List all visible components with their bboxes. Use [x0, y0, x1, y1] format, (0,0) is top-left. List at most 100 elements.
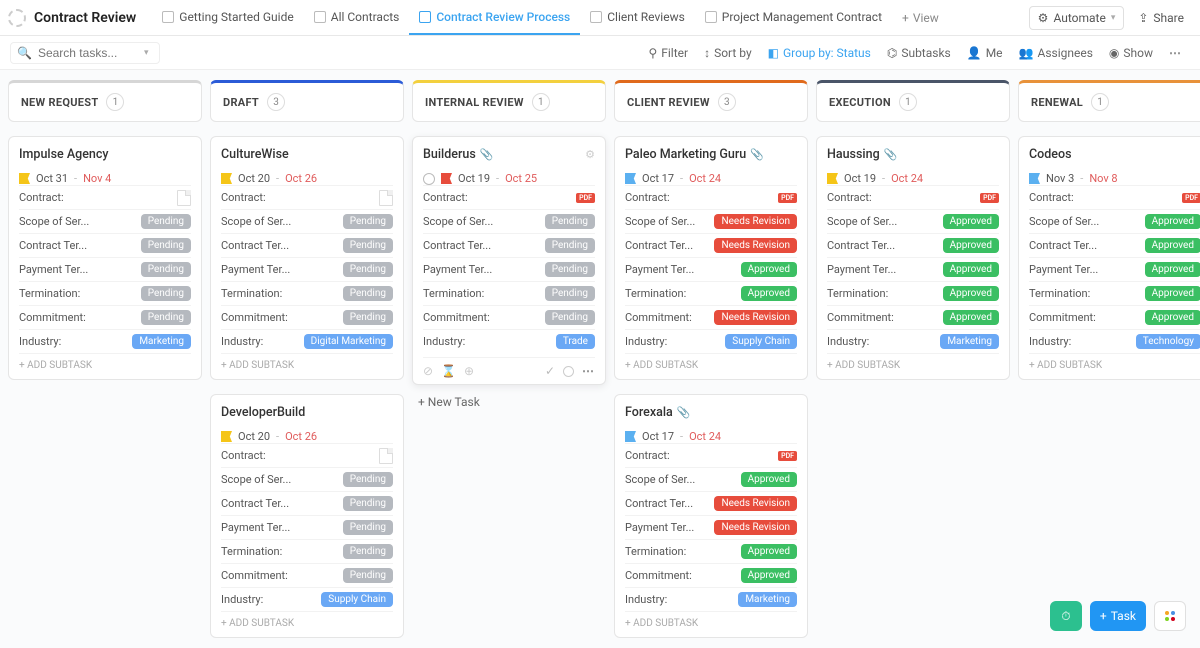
card-impulse-agency[interactable]: Impulse Agency Oct 31-Nov 4 Contract: Sc…	[8, 136, 202, 380]
filter-button[interactable]: ⚲Filter	[640, 46, 696, 60]
status-pill[interactable]: Needs Revision	[714, 238, 797, 253]
add-view-button[interactable]: +View	[892, 11, 949, 25]
status-pill[interactable]: Pending	[141, 214, 191, 229]
document-icon[interactable]	[379, 190, 393, 206]
tab-project-management[interactable]: Project Management Contract	[695, 0, 892, 35]
column-header[interactable]: RENEWAL 1	[1018, 80, 1200, 122]
flag-icon[interactable]	[441, 173, 452, 184]
sort-button[interactable]: ↕Sort by	[696, 46, 760, 60]
status-pill[interactable]: Approved	[943, 286, 999, 301]
search-wrap[interactable]: 🔍 ▾	[10, 42, 160, 64]
add-subtask-button[interactable]: + ADD SUBTASK	[625, 353, 797, 373]
group-button[interactable]: ◧Group by: Status	[760, 46, 879, 60]
industry-pill[interactable]: Marketing	[738, 592, 797, 607]
status-pill[interactable]: Pending	[545, 310, 595, 325]
card-paleo[interactable]: Paleo Marketing Guru📎 Oct 17-Oct 24 Cont…	[614, 136, 808, 380]
status-pill[interactable]: Approved	[741, 262, 797, 277]
flag-icon[interactable]	[221, 173, 232, 184]
tag-icon[interactable]: ⊘	[423, 364, 433, 378]
status-pill[interactable]: Pending	[343, 472, 393, 487]
status-pill[interactable]: Approved	[943, 262, 999, 277]
gear-icon[interactable]: ⚙	[585, 148, 595, 161]
document-icon[interactable]	[379, 448, 393, 464]
flag-icon[interactable]	[625, 431, 636, 442]
status-pill[interactable]: Pending	[141, 286, 191, 301]
add-subtask-button[interactable]: + ADD SUBTASK	[221, 611, 393, 631]
flag-icon[interactable]	[1029, 173, 1040, 184]
status-pill[interactable]: Pending	[141, 238, 191, 253]
status-pill[interactable]: Needs Revision	[714, 214, 797, 229]
more-button[interactable]: ⋯	[1161, 46, 1190, 60]
status-pill[interactable]: Approved	[943, 310, 999, 325]
status-pill[interactable]: Pending	[343, 544, 393, 559]
new-task-fab[interactable]: +Task	[1090, 601, 1146, 631]
status-pill[interactable]: Approved	[1145, 262, 1200, 277]
me-button[interactable]: 👤Me	[959, 46, 1011, 60]
status-pill[interactable]: Pending	[343, 262, 393, 277]
status-pill[interactable]: Approved	[1145, 310, 1200, 325]
status-pill[interactable]: Approved	[741, 472, 797, 487]
flag-icon[interactable]	[625, 173, 636, 184]
status-pill[interactable]: Approved	[943, 238, 999, 253]
tab-client-reviews[interactable]: Client Reviews	[580, 0, 695, 35]
industry-pill[interactable]: Digital Marketing	[304, 334, 393, 349]
flag-icon[interactable]	[19, 173, 30, 184]
industry-pill[interactable]: Supply Chain	[725, 334, 797, 349]
status-pill[interactable]: Needs Revision	[714, 520, 797, 535]
status-pill[interactable]: Approved	[741, 544, 797, 559]
status-pill[interactable]: Pending	[545, 262, 595, 277]
recur-icon[interactable]	[423, 173, 435, 185]
industry-pill[interactable]: Trade	[556, 334, 595, 349]
status-pill[interactable]: Approved	[741, 568, 797, 583]
industry-pill[interactable]: Supply Chain	[321, 592, 393, 607]
share-button[interactable]: ⇪ Share	[1130, 7, 1192, 29]
status-pill[interactable]: Pending	[343, 214, 393, 229]
flag-icon[interactable]	[221, 431, 232, 442]
search-input[interactable]	[38, 46, 138, 60]
card-codeos[interactable]: Codeos Nov 3-Nov 8 Contract:PDF Scope of…	[1018, 136, 1200, 380]
document-icon[interactable]	[177, 190, 191, 206]
status-pill[interactable]: Needs Revision	[714, 310, 797, 325]
apps-fab[interactable]	[1154, 601, 1186, 631]
add-subtask-button[interactable]: + ADD SUBTASK	[625, 611, 797, 631]
tab-getting-started[interactable]: Getting Started Guide	[152, 0, 303, 35]
status-pill[interactable]: Pending	[141, 310, 191, 325]
pdf-icon[interactable]: PDF	[980, 193, 999, 203]
status-pill[interactable]: Approved	[741, 286, 797, 301]
status-pill[interactable]: Pending	[343, 286, 393, 301]
add-subtask-button[interactable]: + ADD SUBTASK	[827, 353, 999, 373]
status-pill[interactable]: Approved	[943, 214, 999, 229]
status-pill[interactable]: Pending	[343, 496, 393, 511]
check-icon[interactable]: ✓	[545, 364, 555, 378]
column-header[interactable]: CLIENT REVIEW 3	[614, 80, 808, 122]
column-header[interactable]: INTERNAL REVIEW 1	[412, 80, 606, 122]
status-pill[interactable]: Approved	[1145, 286, 1200, 301]
subtasks-button[interactable]: ⌬Subtasks	[879, 46, 959, 60]
column-header[interactable]: DRAFT 3	[210, 80, 404, 122]
status-pill[interactable]: Pending	[343, 238, 393, 253]
show-button[interactable]: ◉Show	[1101, 46, 1161, 60]
pdf-icon[interactable]: PDF	[778, 451, 797, 461]
industry-pill[interactable]: Marketing	[940, 334, 999, 349]
hourglass-icon[interactable]: ⌛	[441, 364, 456, 378]
link-icon[interactable]: ⊕	[464, 364, 474, 378]
add-subtask-button[interactable]: + ADD SUBTASK	[1029, 353, 1200, 373]
card-culturewise[interactable]: CultureWise Oct 20-Oct 26 Contract: Scop…	[210, 136, 404, 380]
status-pill[interactable]: Pending	[545, 238, 595, 253]
tab-contract-review-process[interactable]: Contract Review Process	[409, 0, 580, 35]
status-pill[interactable]: Pending	[343, 310, 393, 325]
industry-pill[interactable]: Marketing	[132, 334, 191, 349]
status-pill[interactable]: Pending	[343, 568, 393, 583]
chevron-down-icon[interactable]: ▾	[144, 48, 149, 58]
assignees-button[interactable]: 👥Assignees	[1011, 46, 1101, 60]
status-pill[interactable]: Approved	[1145, 214, 1200, 229]
status-pill[interactable]: Pending	[343, 520, 393, 535]
new-task-button[interactable]: + New Task	[412, 385, 606, 419]
column-header[interactable]: EXECUTION 1	[816, 80, 1010, 122]
add-subtask-button[interactable]: + ADD SUBTASK	[19, 353, 191, 373]
column-header[interactable]: NEW REQUEST 1	[8, 80, 202, 122]
flag-icon[interactable]	[827, 173, 838, 184]
tab-all-contracts[interactable]: All Contracts	[304, 0, 410, 35]
card-developerbuild[interactable]: DeveloperBuild Oct 20-Oct 26 Contract: S…	[210, 394, 404, 638]
status-pill[interactable]: Pending	[545, 214, 595, 229]
